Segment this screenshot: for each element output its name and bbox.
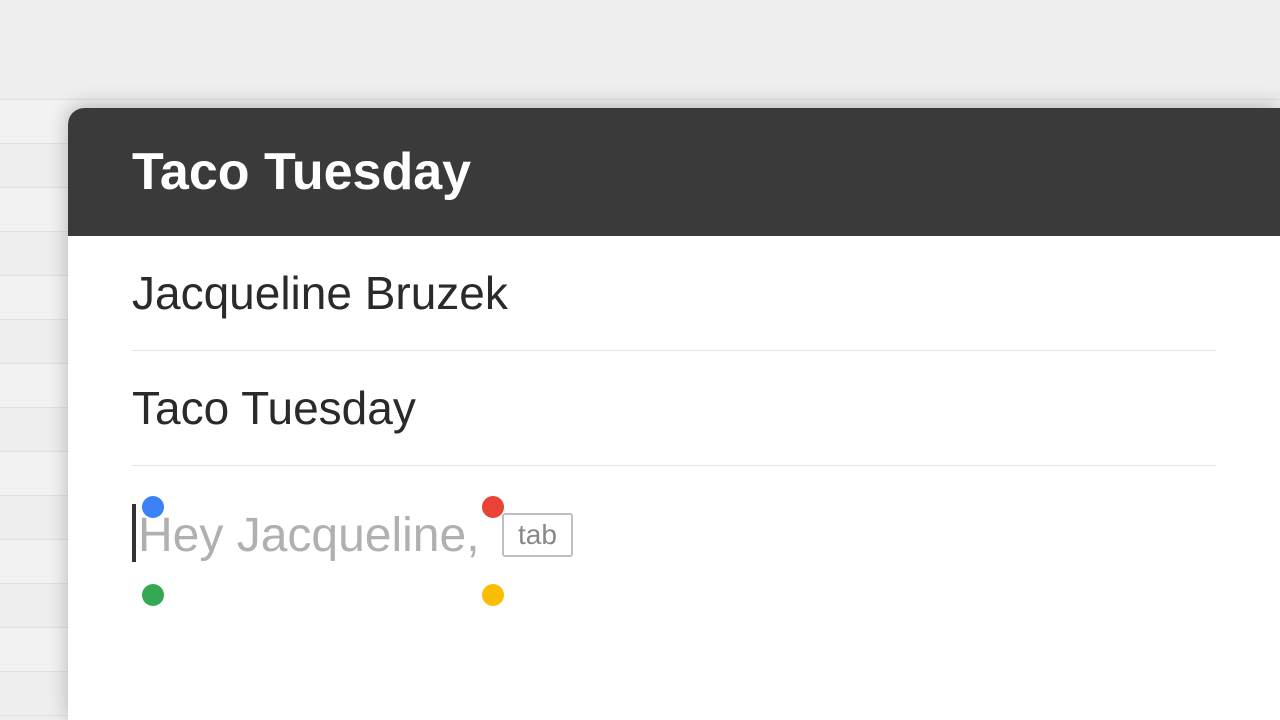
selection-dot-yellow-icon: [482, 584, 504, 606]
recipient-field[interactable]: Jacqueline Bruzek: [132, 236, 1216, 351]
compose-window: Taco Tuesday Jacqueline Bruzek Taco Tues…: [68, 108, 1280, 720]
compose-title: Taco Tuesday: [132, 143, 471, 201]
selection-dot-red-icon: [482, 496, 504, 518]
bg-row: [0, 56, 1280, 100]
subject-field[interactable]: Taco Tuesday: [132, 351, 1216, 466]
text-cursor-icon: [132, 504, 136, 562]
selection-dot-green-icon: [142, 584, 164, 606]
body-editor[interactable]: Hey Jacqueline, tab: [132, 466, 1216, 564]
smart-compose-suggestion: Hey Jacqueline,: [138, 508, 480, 563]
compose-body: Jacqueline Bruzek Taco Tuesday Hey Jacqu…: [68, 236, 1280, 564]
subject-value: Taco Tuesday: [132, 382, 416, 434]
recipient-value: Jacqueline Bruzek: [132, 267, 508, 319]
bg-spacer: [0, 0, 1280, 56]
tab-hint-key[interactable]: tab: [502, 513, 573, 557]
compose-title-bar[interactable]: Taco Tuesday: [68, 108, 1280, 236]
